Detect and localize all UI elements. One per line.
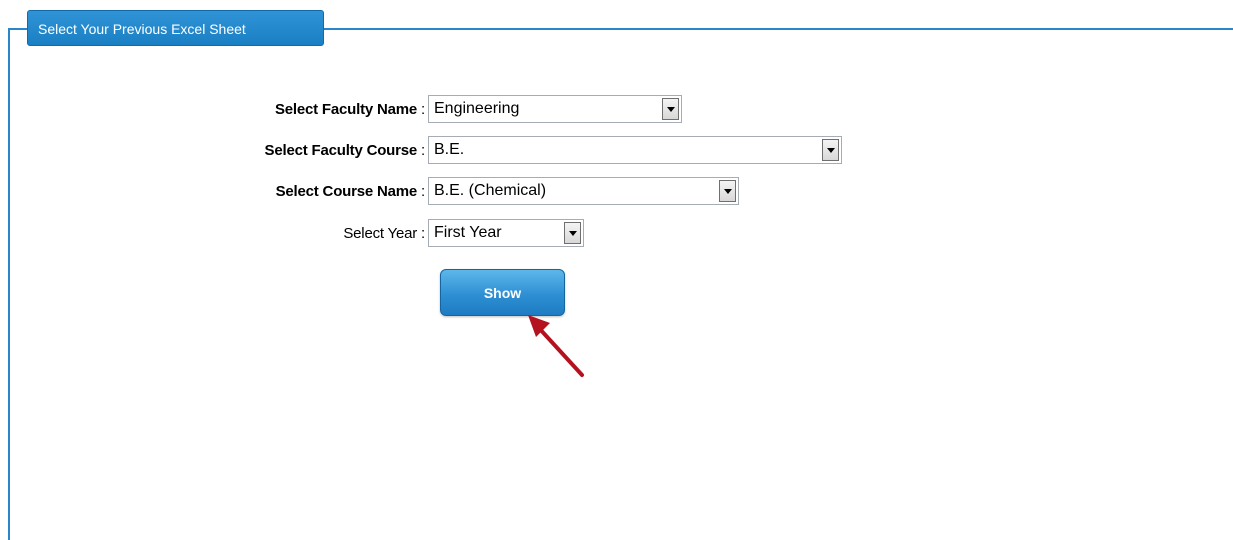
faculty-name-separator: :: [417, 101, 425, 118]
chevron-down-icon[interactable]: [564, 222, 581, 244]
chevron-down-icon[interactable]: [719, 180, 736, 202]
faculty-course-separator: :: [417, 142, 425, 159]
faculty-course-value: B.E.: [434, 141, 465, 158]
course-name-label: Select Course Name :: [275, 183, 426, 200]
faculty-name-label-text: Select Faculty Name: [274, 101, 418, 118]
faculty-name-value: Engineering: [434, 100, 520, 117]
course-name-separator: :: [417, 183, 425, 200]
course-name-value: B.E. (Chemical): [434, 182, 547, 199]
chevron-down-icon[interactable]: [662, 98, 679, 120]
chevron-down-icon[interactable]: [822, 139, 839, 161]
faculty-course-label-text: Select Faculty Course: [264, 142, 418, 159]
annotation-arrow-icon: [528, 315, 584, 377]
faculty-course-label: Select Faculty Course :: [264, 142, 426, 159]
faculty-name-label: Select Faculty Name :: [275, 101, 425, 118]
panel-legend: Select Your Previous Excel Sheet: [27, 10, 324, 46]
course-name-label-text: Select Course Name: [275, 183, 418, 200]
year-separator: :: [417, 225, 425, 242]
year-select[interactable]: First Year: [428, 219, 584, 247]
year-value: First Year: [434, 224, 502, 241]
faculty-name-select[interactable]: Engineering: [428, 95, 682, 123]
year-label: Select Year :: [343, 225, 425, 242]
year-label-text: Select Year: [343, 225, 418, 242]
course-name-select[interactable]: B.E. (Chemical): [428, 177, 739, 205]
fieldset-border-left: [8, 28, 10, 540]
faculty-course-select[interactable]: B.E.: [428, 136, 842, 164]
